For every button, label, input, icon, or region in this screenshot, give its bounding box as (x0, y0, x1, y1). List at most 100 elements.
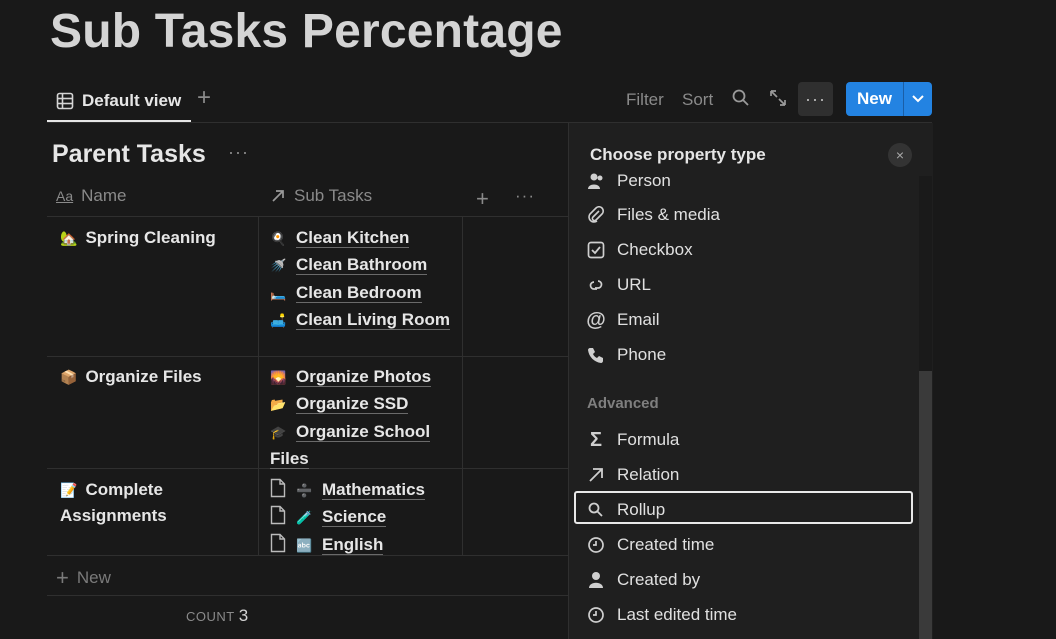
person-icon (585, 569, 607, 591)
section-header-advanced: Advanced (587, 395, 659, 412)
option-created-time[interactable]: Created time (585, 530, 714, 560)
subtask-emoji: 🔤 (296, 537, 313, 553)
subtask-link[interactable]: Clean Bedroom (296, 282, 422, 303)
option-label: Formula (617, 430, 680, 449)
count-label: COUNT (186, 609, 235, 624)
list-item: 🌄 Organize Photos (270, 364, 455, 391)
more-options-button[interactable]: ··· (798, 82, 833, 116)
subtask-emoji: 🍳 (270, 231, 287, 246)
subtask-emoji: 🎓 (270, 424, 287, 440)
page-icon (270, 478, 290, 498)
subtask-list[interactable]: 🍳 Clean Kitchen 🚿 Clean Bathroom 🛏️ Clean B… (270, 225, 455, 334)
chevron-down-icon[interactable] (904, 82, 932, 116)
subtask-link[interactable]: Science (322, 507, 387, 528)
option-label: Checkbox (617, 240, 693, 259)
subtask-link[interactable]: Clean Kitchen (296, 228, 410, 248)
scrollbar-thumb[interactable] (919, 371, 932, 639)
database-title[interactable]: Parent Tasks (52, 140, 206, 169)
row-count: COUNT 3 (186, 606, 249, 626)
subtask-emoji: 🛏️ (270, 285, 287, 301)
subtask-emoji: 🚿 (270, 258, 287, 274)
clock-icon (585, 604, 607, 626)
column-header-subtasks[interactable]: Sub Tasks (270, 186, 372, 206)
list-item: 🚿 Clean Bathroom (270, 252, 455, 279)
row-emoji: 📝 (60, 482, 78, 498)
filter-button[interactable]: Filter (626, 90, 664, 110)
option-label: Last edited time (617, 605, 738, 624)
checkbox-icon (585, 239, 607, 261)
expand-icon[interactable] (768, 88, 790, 110)
add-column-button[interactable]: + (476, 186, 489, 212)
option-label: Phone (617, 345, 667, 364)
link-icon (585, 274, 607, 296)
subtask-link[interactable]: Organize School Files (270, 421, 431, 469)
column-header-name[interactable]: Aa Name (56, 186, 126, 206)
option-label: Created time (617, 535, 715, 554)
option-email[interactable]: @ Email (585, 305, 660, 335)
option-rollup[interactable]: Rollup (585, 495, 665, 525)
option-files-media[interactable]: Files & media (585, 200, 720, 230)
subtask-emoji: ➗ (296, 483, 313, 498)
subtask-link[interactable]: Clean Living Room (296, 309, 450, 330)
subtask-link[interactable]: English (322, 534, 384, 555)
sigma-icon: Σ (589, 428, 602, 451)
panel-title: Choose property type (590, 145, 766, 164)
paperclip-icon (585, 204, 607, 226)
list-item: 🔤 English (270, 532, 455, 559)
column-divider (258, 216, 259, 555)
option-checkbox[interactable]: Checkbox (585, 235, 693, 265)
subtask-list[interactable]: ➗ Mathematics 🧪 Science 🔤 English (270, 477, 455, 559)
close-icon[interactable]: × (888, 143, 912, 167)
person-icon (585, 170, 607, 192)
option-created-by[interactable]: Created by (585, 565, 700, 595)
list-item: 📂 Organize SSD (270, 391, 455, 418)
subtask-link[interactable]: Mathematics (322, 480, 425, 500)
table-icon (56, 92, 74, 110)
subtask-link[interactable]: Clean Bathroom (296, 255, 428, 276)
option-formula[interactable]: Σ Formula (585, 425, 679, 455)
list-item: 🛏️ Clean Bedroom (270, 280, 455, 307)
new-row-button[interactable]: + New (56, 565, 111, 591)
new-button-label[interactable]: New (846, 82, 903, 116)
at-icon: @ (586, 308, 606, 331)
subtask-emoji: 🛋️ (270, 312, 287, 328)
option-label: URL (617, 275, 652, 294)
table-row-name[interactable]: 🏡 Spring Cleaning (60, 225, 250, 251)
row-divider (47, 595, 568, 596)
option-label: Files & media (617, 205, 720, 224)
option-label: Email (617, 310, 660, 329)
relation-arrow-icon (270, 188, 286, 204)
count-value: 3 (238, 606, 249, 625)
option-url[interactable]: URL (585, 270, 651, 300)
phone-icon (585, 344, 607, 366)
search-icon[interactable] (731, 88, 753, 110)
clock-icon (585, 534, 607, 556)
option-relation[interactable]: Relation (585, 460, 679, 490)
column-label: Sub Tasks (294, 186, 373, 205)
table-row-name[interactable]: 📦 Organize Files (60, 364, 250, 390)
tab-default-view[interactable]: Default view (56, 86, 181, 116)
subtask-link[interactable]: Organize SSD (296, 394, 409, 415)
row-name-label: Organize Files (85, 367, 202, 386)
new-row-label: New (76, 568, 111, 587)
text-aa-icon: Aa (56, 188, 74, 204)
page-icon (270, 505, 290, 525)
sort-button[interactable]: Sort (682, 90, 713, 110)
subtask-list[interactable]: 🌄 Organize Photos 📂 Organize SSD 🎓 Organize… (270, 364, 455, 472)
database-more-button[interactable]: ··· (228, 142, 249, 163)
add-view-button[interactable]: + (197, 86, 211, 110)
row-divider (47, 356, 568, 357)
option-label: Relation (617, 465, 680, 484)
option-phone[interactable]: Phone (585, 340, 666, 370)
column-more-button[interactable]: ··· (515, 186, 535, 206)
option-person[interactable]: Person (585, 168, 671, 194)
list-item: 🛋️ Clean Living Room (270, 307, 455, 334)
page-icon (270, 533, 290, 553)
option-label: Created by (617, 570, 701, 589)
table-row-name[interactable]: 📝 Complete Assignments (60, 477, 250, 529)
option-last-edited-time[interactable]: Last edited time (585, 600, 737, 630)
option-label: Rollup (617, 500, 666, 519)
subtask-link[interactable]: Organize Photos (296, 367, 432, 387)
magnifier-icon (585, 499, 607, 521)
new-button[interactable]: New (846, 82, 932, 116)
